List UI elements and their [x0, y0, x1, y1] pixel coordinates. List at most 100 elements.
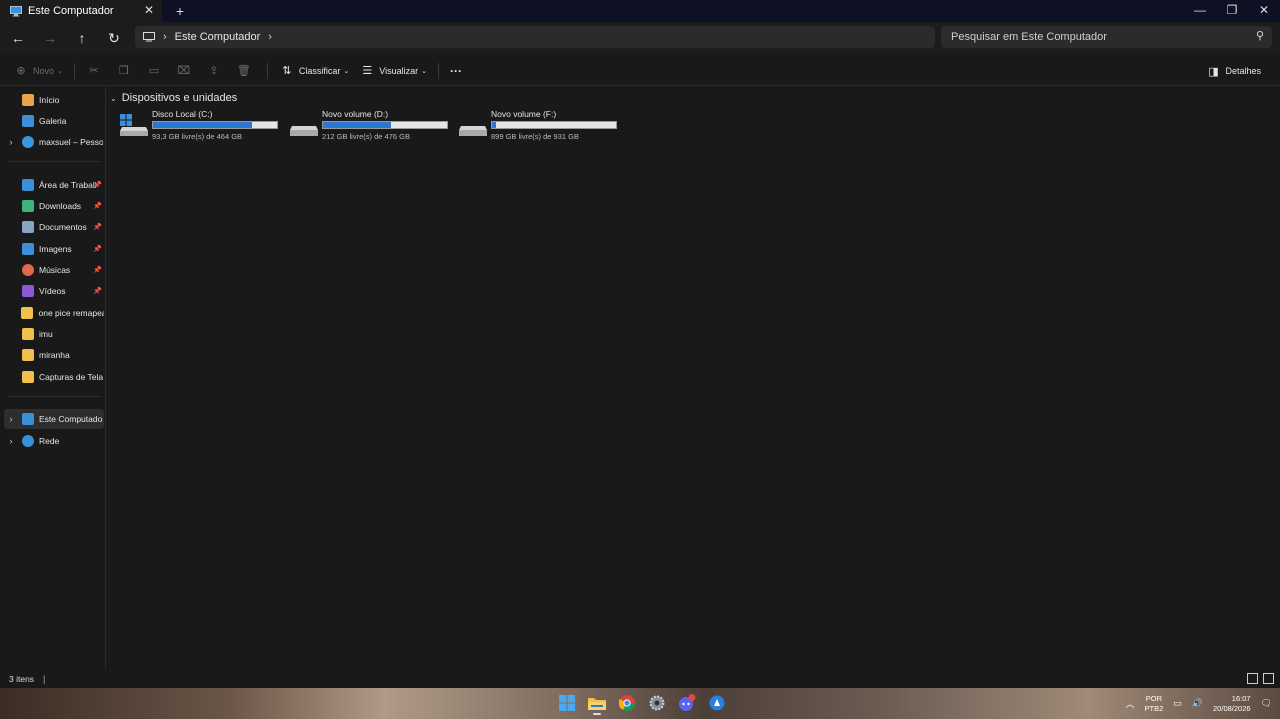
- paste-button[interactable]: ▭: [141, 58, 171, 84]
- refresh-button[interactable]: ↻: [98, 24, 130, 52]
- up-button[interactable]: ↑: [66, 24, 98, 52]
- sidebar-item-videos[interactable]: Vídeos 📌: [4, 281, 104, 301]
- gallery-icon: [22, 115, 34, 127]
- sidebar-item-este-computador[interactable]: › Este Computador: [4, 409, 104, 429]
- copy-button[interactable]: ❐: [111, 58, 141, 84]
- language-indicator[interactable]: POR PTB2: [1145, 694, 1164, 714]
- sidebar-item-capturas-de-tela[interactable]: Capturas de Tela: [4, 367, 104, 387]
- volume-icon[interactable]: 🔊: [1192, 698, 1203, 709]
- app-icon: [709, 695, 725, 711]
- back-button[interactable]: ←: [2, 24, 34, 52]
- sidebar-item-miranha[interactable]: miranha: [4, 345, 104, 365]
- cut-button[interactable]: ✂: [81, 58, 111, 84]
- scissors-icon: ✂: [89, 65, 99, 77]
- sidebar-item-musicas[interactable]: Músicas 📌: [4, 260, 104, 280]
- address-bar[interactable]: › Este Computador ›: [135, 26, 935, 48]
- sort-button[interactable]: ⇅ Classificar ⌄: [274, 58, 354, 84]
- group-title: Dispositivos e unidades: [121, 92, 238, 104]
- settings-taskbar-button[interactable]: [645, 691, 669, 715]
- forward-button[interactable]: →: [34, 24, 66, 52]
- time: 16:07: [1231, 693, 1251, 703]
- drive-usage-fill: [153, 122, 253, 128]
- sidebar-item-imagens[interactable]: Imagens 📌: [4, 239, 104, 259]
- app-taskbar-button[interactable]: [705, 691, 729, 715]
- discord-taskbar-button[interactable]: [675, 691, 699, 715]
- sidebar-item-galeria[interactable]: Galeria: [4, 111, 104, 131]
- trash-icon: 🗑: [236, 65, 251, 77]
- rename-button[interactable]: ⌧: [171, 58, 201, 84]
- close-tab-button[interactable]: ✕: [142, 3, 156, 17]
- minimize-button[interactable]: —: [1184, 0, 1216, 20]
- details-button[interactable]: ◨ Detalhes: [1200, 58, 1266, 84]
- chevron-down-icon: ⌄: [57, 67, 63, 75]
- copy-icon: ❐: [118, 65, 129, 77]
- pin-icon: 📌: [93, 267, 102, 274]
- folder-icon: [588, 698, 606, 710]
- videos-icon: [22, 285, 34, 297]
- discord-icon: [679, 694, 696, 711]
- share-button[interactable]: ⇪: [201, 58, 231, 84]
- more-label: ···: [450, 63, 463, 78]
- chevron-down-icon: ⌄: [343, 67, 350, 75]
- title-bar: Este Computador ✕ + — ❐ ✕: [0, 0, 1280, 22]
- sidebar-item-one-pice-remapead[interactable]: one pice remapead: [4, 303, 104, 323]
- network-icon: [22, 435, 34, 447]
- sort-label: Classificar: [298, 65, 341, 76]
- network-icon[interactable]: ▭: [1173, 698, 1182, 709]
- view-button[interactable]: ☰ Visualizar ⌄: [354, 58, 432, 84]
- delete-button[interactable]: 🗑: [231, 58, 261, 84]
- monitor-icon: [143, 32, 155, 42]
- breadcrumb-este-computador[interactable]: Este Computador: [175, 31, 261, 43]
- drive-d[interactable]: Novo volume (D:) 212 GB livre(s) de 476 …: [289, 109, 455, 143]
- taskbar-apps: [555, 691, 729, 715]
- tiles-view-icon[interactable]: [1263, 673, 1274, 684]
- divider: [8, 161, 102, 162]
- onedrive-icon: [22, 136, 34, 148]
- clock[interactable]: 16:07 20/08/2026: [1213, 694, 1251, 714]
- chevron-right-icon[interactable]: ›: [4, 137, 18, 147]
- new-tab-button[interactable]: +: [168, 0, 192, 22]
- arrow-up-icon: ↑: [78, 30, 86, 46]
- sidebar-item-documentos[interactable]: Documentos 📌: [4, 217, 104, 237]
- chrome-taskbar-button[interactable]: [615, 691, 639, 715]
- sidebar-item-rede[interactable]: › Rede: [4, 431, 104, 451]
- gear-icon: [649, 695, 665, 711]
- taskbar: ︿ POR PTB2 ▭ 🔊 16:07 20/08/2026 🗨: [0, 688, 1280, 719]
- notifications-icon[interactable]: 🗨: [1261, 698, 1272, 709]
- new-button[interactable]: ⊕ Novo ⌄: [8, 58, 68, 84]
- chevron-right-icon[interactable]: ›: [4, 414, 18, 424]
- sidebar-item-downloads[interactable]: Downloads 📌: [4, 196, 104, 216]
- start-button[interactable]: [555, 691, 579, 715]
- drive-usage-bar: [491, 121, 617, 129]
- chevron-down-icon: ⌄: [421, 67, 428, 75]
- drive-c[interactable]: Disco Local (C:) 93,3 GB livre(s) de 464…: [119, 109, 285, 143]
- tab-este-computador[interactable]: Este Computador ✕: [0, 0, 162, 22]
- sort-icon: ⇅: [282, 65, 292, 77]
- chevron-up-icon[interactable]: ︿: [1126, 697, 1135, 710]
- chevron-right-icon[interactable]: ›: [4, 436, 18, 446]
- search-input[interactable]: Pesquisar em Este Computador ⚲: [941, 26, 1272, 48]
- pin-icon: 📌: [93, 224, 102, 231]
- close-window-button[interactable]: ✕: [1248, 0, 1280, 20]
- pin-icon: 📌: [93, 246, 102, 253]
- file-explorer-taskbar-button[interactable]: [585, 691, 609, 715]
- sidebar-item-inicio[interactable]: Início: [4, 90, 104, 110]
- system-tray: ︿ POR PTB2 ▭ 🔊 16:07 20/08/2026 🗨: [1126, 688, 1273, 719]
- maximize-button[interactable]: ❐: [1216, 0, 1248, 20]
- this-pc-icon: [10, 5, 22, 16]
- chevron-right-icon[interactable]: ›: [268, 31, 272, 43]
- group-header[interactable]: ⌄ Dispositivos e unidades: [110, 92, 237, 104]
- drive-f[interactable]: Novo volume (F:) 899 GB livre(s) de 931 …: [458, 109, 624, 143]
- divider: [266, 62, 268, 79]
- sidebar-item-onedrive[interactable]: › maxsuel – Pessoal: [4, 132, 104, 152]
- hard-drive-icon: [290, 126, 318, 136]
- view-label: Visualizar: [379, 65, 419, 76]
- sidebar-item-area-de-trabalho[interactable]: Área de Trabalho 📌: [4, 175, 104, 195]
- details-label: Detalhes: [1225, 66, 1261, 76]
- more-options-button[interactable]: ···: [445, 58, 467, 84]
- chevron-down-icon: ⌄: [110, 93, 117, 103]
- sidebar-item-imu[interactable]: imu: [4, 324, 104, 344]
- chevron-right-icon: ›: [163, 31, 167, 43]
- music-icon: [22, 264, 34, 276]
- details-view-icon[interactable]: [1247, 673, 1258, 684]
